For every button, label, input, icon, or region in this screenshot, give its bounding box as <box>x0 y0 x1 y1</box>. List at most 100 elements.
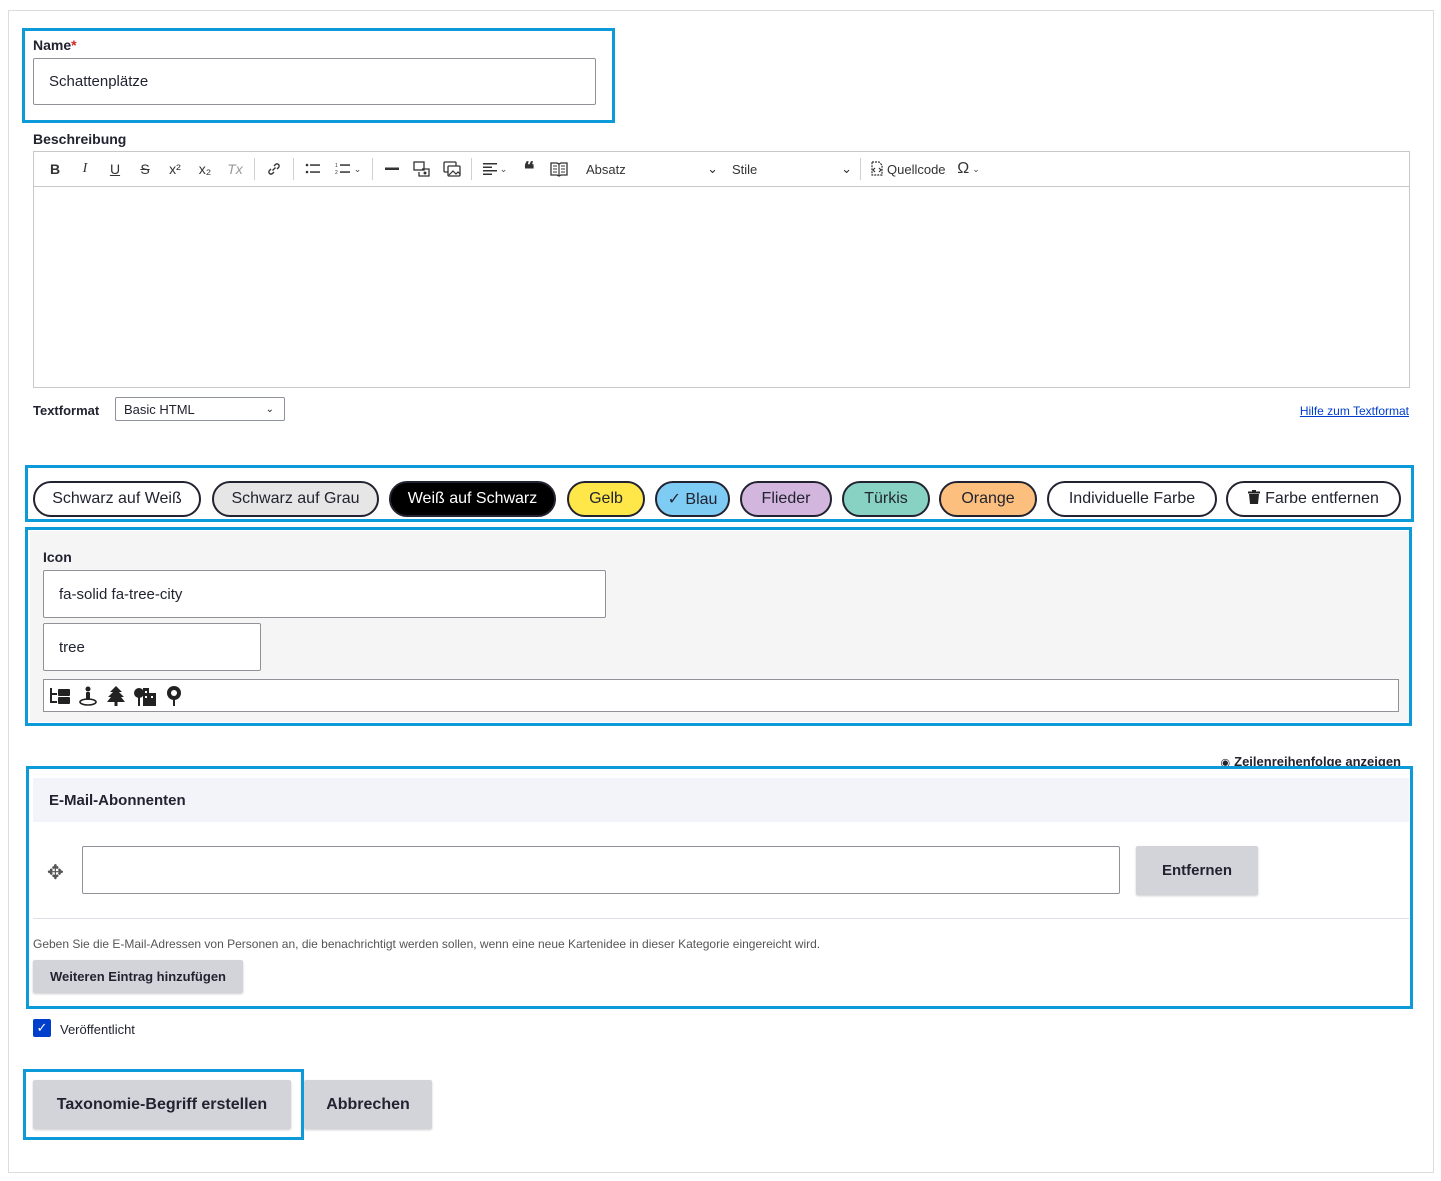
submit-button[interactable]: Taxonomie-Begriff erstellen <box>33 1080 291 1129</box>
table-of-contents-button[interactable] <box>544 155 574 183</box>
color-custom-label: Individuelle Farbe <box>1068 490 1196 507</box>
color-black-on-gray-button[interactable]: Schwarz auf Grau <box>212 481 379 517</box>
show-row-order-label: Zeilenreihenfolge anzeigen <box>1234 754 1401 769</box>
divider <box>33 918 1409 919</box>
email-input[interactable] <box>82 846 1120 894</box>
bold-button[interactable]: B <box>40 155 70 183</box>
italic-button[interactable]: I <box>70 155 100 183</box>
editor-content-area[interactable] <box>34 187 1409 387</box>
chevron-down-icon: ⌄ <box>265 403 274 415</box>
tree-city-icon[interactable] <box>132 686 158 706</box>
chevron-down-icon: ⌄ <box>353 163 362 174</box>
color-lilac-button[interactable]: Flieder <box>740 481 832 517</box>
color-custom-button[interactable]: Individuelle Farbe <box>1047 481 1217 517</box>
numbered-list-icon: 12 <box>335 163 350 176</box>
name-input[interactable]: Schattenplätze <box>33 58 596 105</box>
chevron-down-icon: ⌄ <box>841 161 852 176</box>
toolbar-separator <box>293 158 294 180</box>
tree-icon[interactable] <box>104 685 128 706</box>
underline-button[interactable]: U <box>100 155 130 183</box>
person-pin-icon[interactable] <box>76 686 100 706</box>
svg-text:1: 1 <box>335 163 338 169</box>
color-remove-label: Farbe entfernen <box>1265 490 1379 507</box>
horizontal-line-button[interactable] <box>377 155 407 183</box>
toolbar-separator <box>372 158 373 180</box>
bulleted-list-button[interactable] <box>298 155 328 183</box>
align-left-icon <box>482 163 497 175</box>
media-icon <box>413 161 430 177</box>
omega-icon: Ω <box>957 160 970 177</box>
toolbar-separator <box>471 158 472 180</box>
text-format-select[interactable]: Basic HTML ⌄ <box>115 397 285 421</box>
insert-image-button[interactable] <box>437 155 467 183</box>
chevron-down-icon: ⌄ <box>707 161 718 176</box>
color-black-on-white-button[interactable]: Schwarz auf Weiß <box>33 481 201 517</box>
editor-toolbar: B I U S x² x₂ Tx 12 ⌄ ⌄ ❝ Absatz ⌄ Stile… <box>34 152 1409 187</box>
special-characters-button[interactable]: Ω ⌄ <box>950 155 988 183</box>
icon-search-input[interactable]: tree <box>43 623 261 671</box>
horizontal-line-icon <box>385 167 399 170</box>
blockquote-button[interactable]: ❝ <box>514 155 544 183</box>
rich-text-editor: B I U S x² x₂ Tx 12 ⌄ ⌄ ❝ Absatz ⌄ Stile… <box>33 151 1410 388</box>
color-blue-button[interactable]: ✓ Blau <box>655 481 730 517</box>
color-yellow-button[interactable]: Gelb <box>567 481 645 517</box>
toolbar-separator <box>860 158 861 180</box>
email-subscribers-header: E-Mail-Abonnenten <box>33 778 1409 822</box>
book-icon <box>550 162 568 177</box>
quote-icon: ❝ <box>523 158 535 181</box>
color-yellow-label: Gelb <box>589 490 623 507</box>
style-dropdown[interactable]: Stile ⌄ <box>728 155 856 183</box>
color-blue-label: ✓ Blau <box>667 491 718 508</box>
link-icon <box>268 163 280 175</box>
source-code-icon <box>871 161 883 176</box>
icon-class-input[interactable]: fa-solid fa-tree-city <box>43 570 606 618</box>
text-format-help-link[interactable]: Hilfe zum Textformat <box>1300 404 1409 418</box>
published-label: Veröffentlicht <box>60 1022 135 1037</box>
color-white-on-black-button[interactable]: Weiß auf Schwarz <box>389 481 556 517</box>
strikethrough-button[interactable]: S <box>130 155 160 183</box>
link-button[interactable] <box>259 155 289 183</box>
eye-icon: ◉ <box>1220 757 1231 769</box>
color-black-on-white-label: Schwarz auf Weiß <box>52 490 182 507</box>
source-code-label: Quellcode <box>887 161 946 177</box>
location-pin-icon[interactable] <box>162 685 186 706</box>
icon-results <box>43 679 1399 712</box>
add-more-button[interactable]: Weiteren Eintrag hinzufügen <box>33 960 243 993</box>
color-black-on-gray-label: Schwarz auf Grau <box>231 490 360 507</box>
paragraph-format-dropdown[interactable]: Absatz ⌄ <box>582 155 722 183</box>
bulleted-list-icon <box>305 163 320 174</box>
paragraph-format-label: Absatz <box>586 161 626 177</box>
toolbar-separator <box>254 158 255 180</box>
alignment-button[interactable]: ⌄ <box>476 155 514 183</box>
color-turquoise-button[interactable]: Türkis <box>842 481 930 517</box>
name-label: Name* <box>33 37 77 53</box>
color-turquoise-label: Türkis <box>864 490 908 507</box>
chevron-down-icon: ⌄ <box>972 163 980 174</box>
style-label: Stile <box>732 161 758 177</box>
text-format-value: Basic HTML <box>124 401 195 417</box>
color-white-on-black-label: Weiß auf Schwarz <box>407 490 538 507</box>
folder-tree-icon[interactable] <box>48 687 72 705</box>
image-icon <box>443 161 461 177</box>
color-orange-label: Orange <box>961 490 1015 507</box>
svg-text:2: 2 <box>335 170 338 176</box>
trash-icon <box>1248 490 1265 508</box>
checkmark-icon: ✓ <box>36 1020 48 1035</box>
text-format-label: Textformat <box>33 403 100 418</box>
insert-media-button[interactable] <box>407 155 437 183</box>
remove-format-button[interactable]: Tx <box>220 155 250 183</box>
color-lilac-label: Flieder <box>761 490 811 507</box>
color-orange-button[interactable]: Orange <box>939 481 1037 517</box>
subscript-button[interactable]: x₂ <box>190 155 220 183</box>
email-subscribers-description: Geben Sie die E-Mail-Adressen von Person… <box>33 937 821 951</box>
source-code-button[interactable]: Quellcode <box>865 155 950 183</box>
show-row-order-link[interactable]: ◉ Zeilenreihenfolge anzeigen <box>1221 754 1401 769</box>
superscript-button[interactable]: x² <box>160 155 190 183</box>
remove-button[interactable]: Entfernen <box>1136 846 1258 895</box>
cancel-button[interactable]: Abbrechen <box>304 1080 432 1129</box>
published-checkbox[interactable]: ✓ <box>33 1019 51 1037</box>
drag-handle-icon[interactable]: ✥ <box>47 860 64 885</box>
color-remove-button[interactable]: Farbe entfernen <box>1226 481 1401 517</box>
chevron-down-icon: ⌄ <box>499 163 508 174</box>
numbered-list-button[interactable]: 12 ⌄ <box>328 155 368 183</box>
